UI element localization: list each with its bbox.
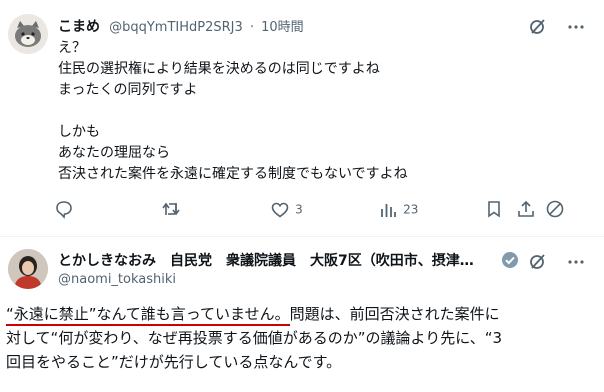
not-interested-button[interactable] <box>545 199 565 221</box>
like-count: 3 <box>295 202 303 217</box>
author-handle[interactable]: @naomi_tokashiki <box>58 272 176 287</box>
tweet-text: 回目をやること”だけが先行している点なんです。 <box>6 353 342 371</box>
views-button[interactable]: 23 <box>378 199 428 221</box>
block-circle-icon <box>546 200 564 218</box>
author-handle[interactable]: @bqqYmTIHdP2SRJ3 <box>109 20 243 35</box>
tweet-time[interactable]: 10時間 <box>261 20 304 35</box>
tweet-line: 否決された案件を永遠に確定する制度でもないですよね <box>58 166 408 182</box>
reply-button[interactable] <box>54 199 76 221</box>
heart-icon <box>271 202 289 217</box>
tweet-line: え？ <box>58 40 86 56</box>
tweet-text: 対して“何が変わり、なぜ再投票する価値があるのか”の議論より先に、“3 <box>6 329 503 347</box>
tweet-line <box>58 101 578 122</box>
tweet-line: しかも <box>58 124 100 140</box>
more-options-icon[interactable] <box>566 252 586 272</box>
like-button[interactable]: 3 <box>270 199 310 221</box>
tweet-line: まったくの同列ですよ <box>58 82 198 98</box>
author-name[interactable]: とかしきなおみ 自民党 衆議院議員 大阪7区（吹田市、摂津… <box>58 253 474 269</box>
author-name[interactable]: こまめ <box>58 19 100 35</box>
views-count: 23 <box>403 202 419 217</box>
views-bar-icon <box>381 203 396 217</box>
tweet-line: 住民の選択権により結果を決めるのは同じですよね <box>58 61 380 77</box>
tweet-divider <box>0 236 604 237</box>
share-button[interactable] <box>516 199 536 221</box>
grok-icon[interactable] <box>528 251 548 271</box>
grok-icon[interactable] <box>528 16 548 36</box>
share-icon <box>518 200 534 217</box>
bookmark-button[interactable] <box>484 199 504 221</box>
underlined-phrase: “永遠に禁止”なんて誰も言っていません。 <box>6 305 290 326</box>
avatar-tokashiki[interactable] <box>8 249 48 289</box>
bookmark-icon <box>488 201 500 218</box>
separator-dot: · <box>249 20 254 35</box>
tweet2-header: とかしきなおみ 自民党 衆議院議員 大阪7区（吹田市、摂津… <box>58 250 518 270</box>
tweet-line: あなたの理屈なら <box>58 145 170 161</box>
reply-icon <box>56 201 72 219</box>
avatar-komame[interactable] <box>8 14 48 54</box>
verified-badge-icon <box>501 251 519 269</box>
more-options-icon[interactable] <box>566 17 586 37</box>
retweet-button[interactable] <box>161 199 183 221</box>
retweet-icon <box>162 202 180 216</box>
person-avatar-icon <box>8 249 48 289</box>
tweet1-body: え？ 住民の選択権により結果を決めるのは同じですよね まったくの同列ですよ しか… <box>58 38 578 185</box>
tweet-text: 問題は、前回否決された案件に <box>289 305 500 323</box>
cat-avatar-icon <box>8 14 48 54</box>
tweet2-body: “永遠に禁止”なんて誰も言っていません。問題は、前回否決された案件に 対して“何… <box>6 302 596 374</box>
tweet1-header: こまめ @bqqYmTIHdP2SRJ3 · 10時間 <box>58 16 304 36</box>
